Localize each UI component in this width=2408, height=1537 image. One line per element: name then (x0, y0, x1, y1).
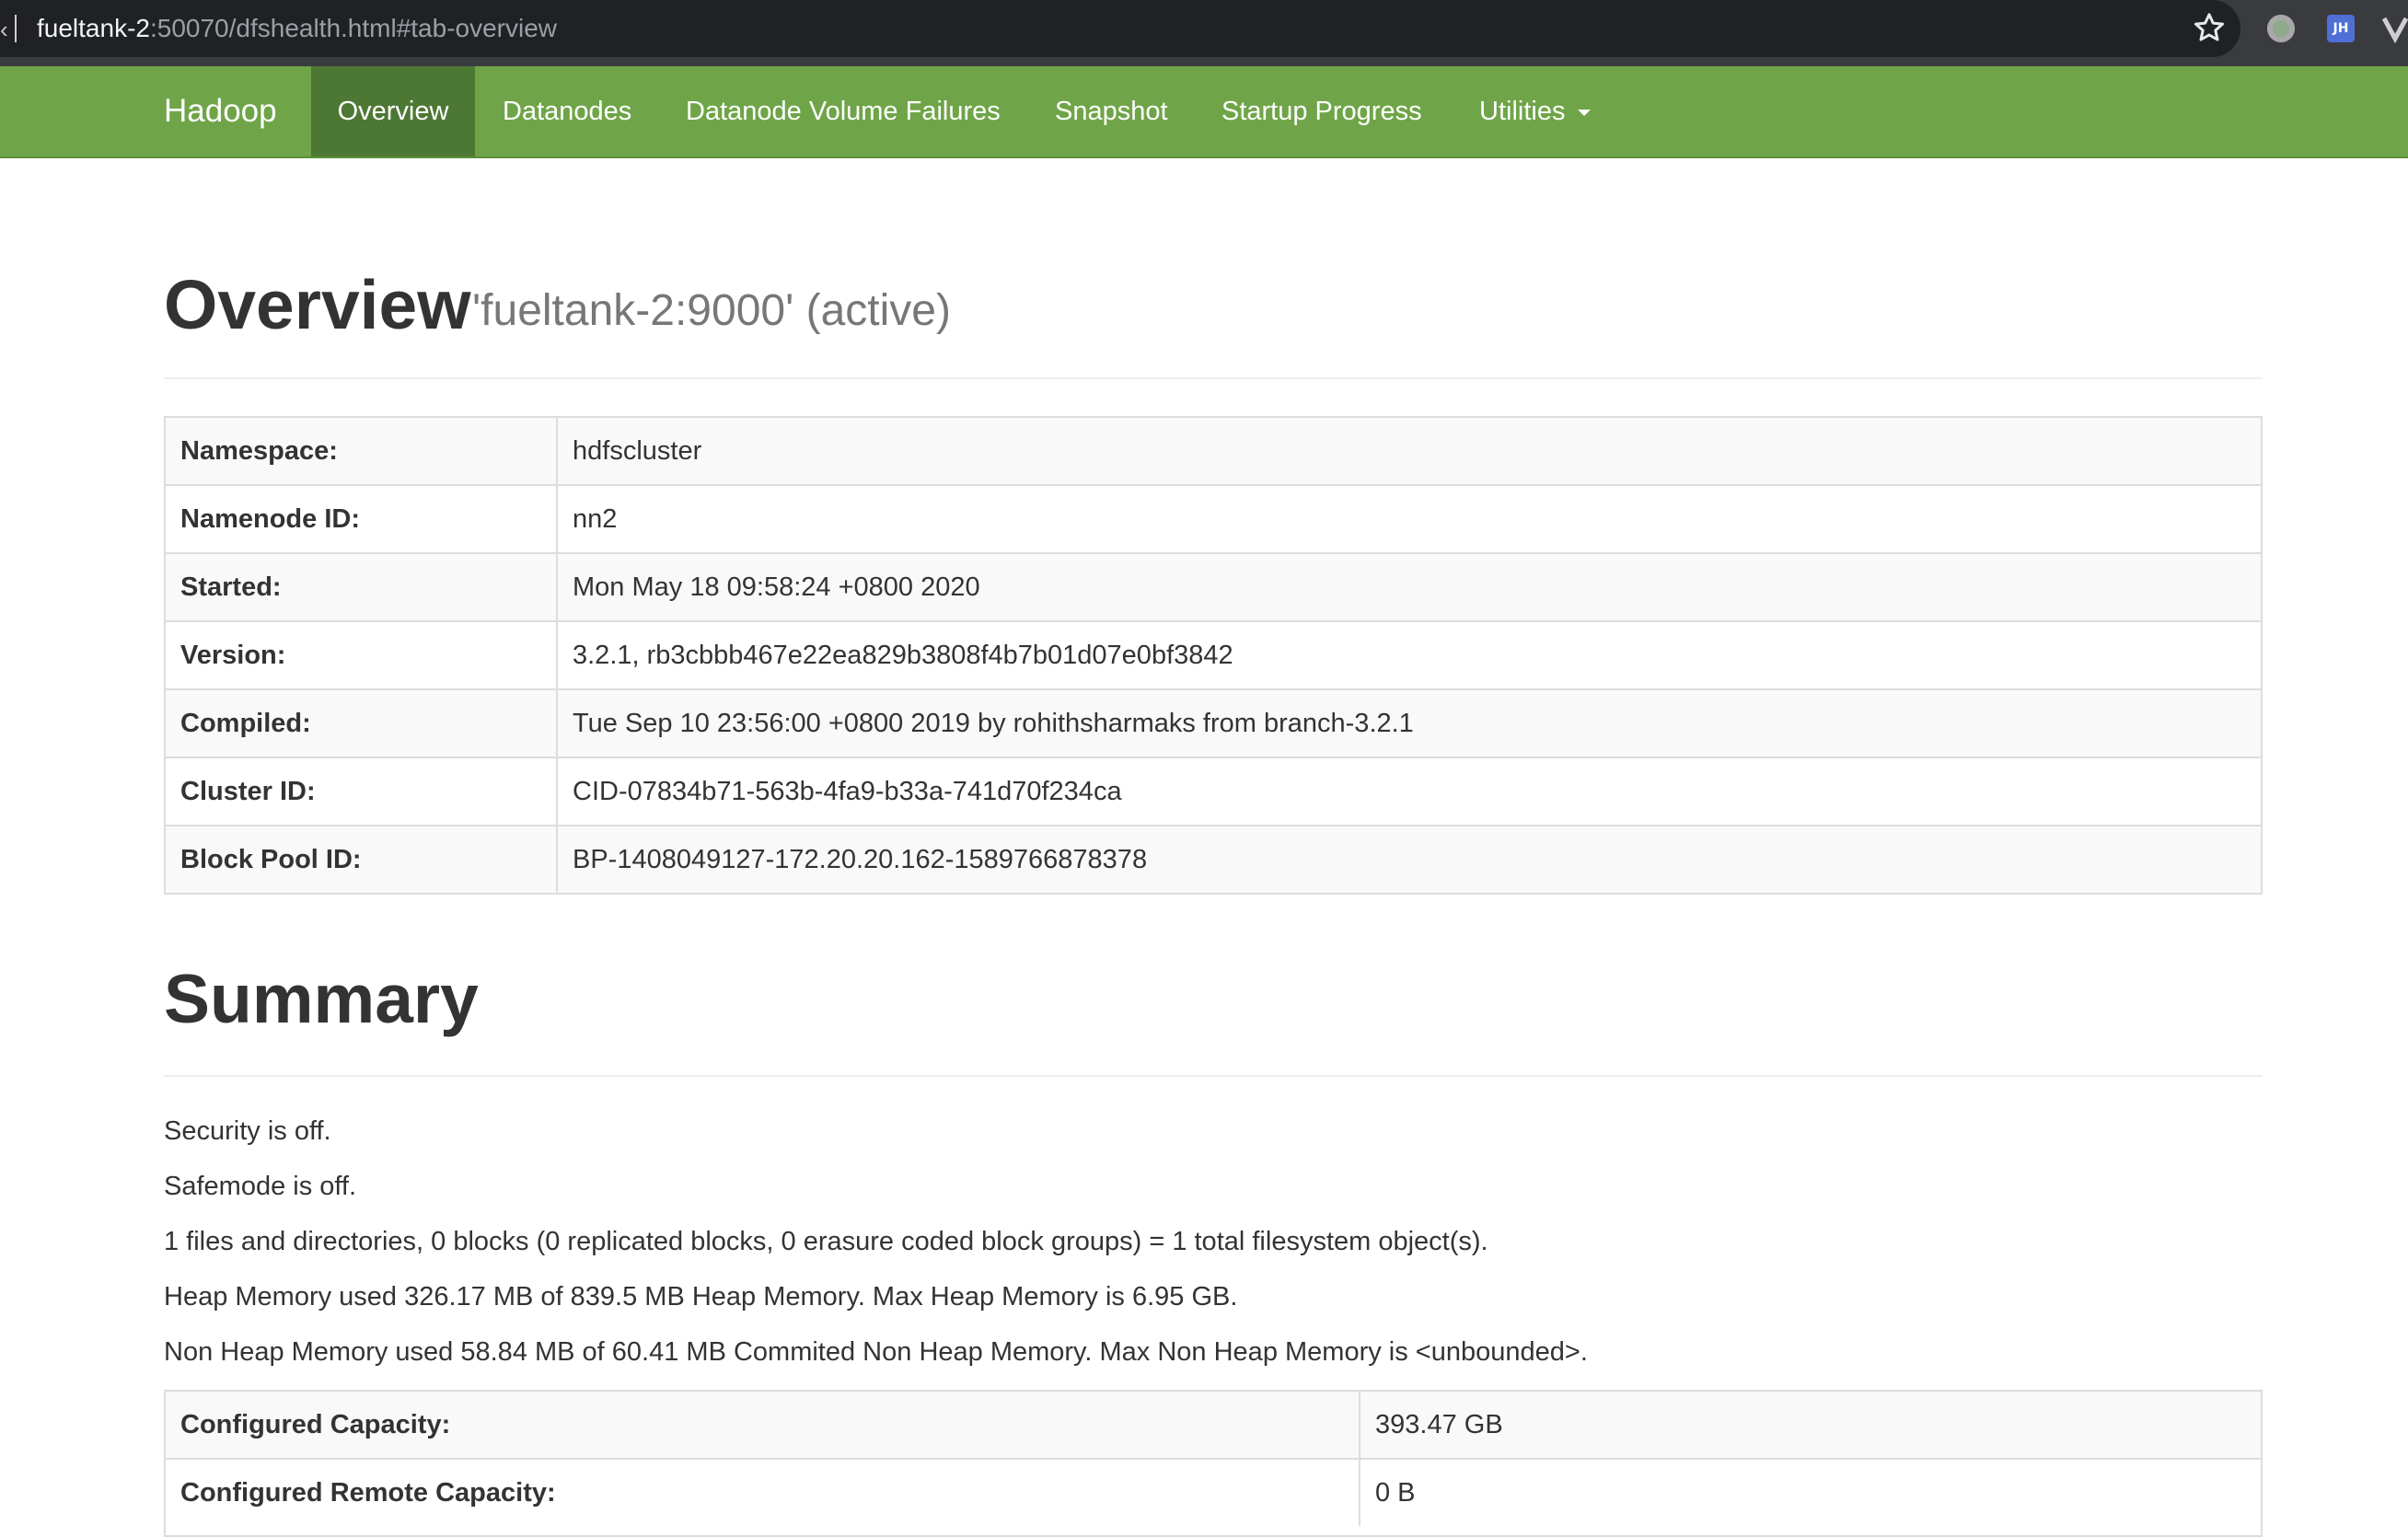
summary-capacity-table: Configured Capacity: 393.47 GB Configure… (164, 1390, 2263, 1537)
table-row: Cluster ID: CID-07834b71-563b-4fa9-b33a-… (166, 757, 2261, 825)
url-path: :50070/dfshealth.html#tab-overview (149, 14, 558, 42)
row-value: hdfscluster (573, 436, 702, 466)
nav-tab-datanode-volume-failures[interactable]: Datanode Volume Failures (686, 66, 1001, 156)
row-key: Compiled: (166, 690, 558, 757)
row-key: Started: (166, 554, 558, 620)
row-value: nn2 (573, 504, 618, 534)
row-value: 393.47 GB (1375, 1410, 1503, 1439)
row-key: Configured Capacity: (166, 1392, 1360, 1458)
address-bar[interactable]: ‹ fueltank-2:50070/dfshealth.html#tab-ov… (0, 0, 2240, 57)
safemode-status-text: Safemode is off. (164, 1172, 357, 1201)
page-title: Overview (164, 266, 471, 343)
row-key: Namenode ID: (166, 486, 558, 552)
overview-header: Overview 'fueltank-2:9000' (active) (164, 263, 2263, 379)
row-value: Mon May 18 09:58:24 +0800 2020 (573, 572, 980, 602)
row-value: 0 B (1375, 1478, 1416, 1508)
nav-utilities-label: Utilities (1479, 97, 1566, 126)
row-key: Block Pool ID: (166, 826, 558, 893)
non-heap-memory-text: Non Heap Memory used 58.84 MB of 60.41 M… (164, 1337, 1588, 1367)
row-value: CID-07834b71-563b-4fa9-b33a-741d70f234ca (573, 777, 1122, 806)
row-key: Namespace: (166, 418, 558, 484)
table-row: Configured Capacity: 393.47 GB (166, 1392, 2261, 1458)
address-bar-divider (15, 15, 17, 42)
nav-tab-datanodes[interactable]: Datanodes (503, 66, 631, 156)
heap-memory-text: Heap Memory used 326.17 MB of 839.5 MB H… (164, 1282, 1238, 1312)
row-value: Tue Sep 10 23:56:00 +0800 2019 by rohith… (573, 709, 1414, 738)
site-info-icon[interactable]: ‹ (0, 17, 8, 42)
row-key: Cluster ID: (166, 758, 558, 825)
namenode-subtitle: 'fueltank-2:9000' (active) (472, 286, 951, 335)
nav-tab-snapshot[interactable]: Snapshot (1055, 66, 1168, 156)
overview-info-table: Namespace: hdfscluster Namenode ID: nn2 … (164, 416, 2263, 895)
table-row: Namenode ID: nn2 (166, 484, 2261, 552)
security-status-text: Security is off. (164, 1116, 331, 1146)
url-host: fueltank-2 (37, 14, 150, 42)
extension-v-icon[interactable] (2382, 13, 2408, 44)
table-row: Started: Mon May 18 09:58:24 +0800 2020 (166, 552, 2261, 620)
table-row: Version: 3.2.1, rb3cbbb467e22ea829b3808f… (166, 620, 2261, 688)
table-row: Configured Remote Capacity: 0 B (166, 1458, 2261, 1526)
extension-jh-icon[interactable]: JH (2327, 15, 2355, 42)
nav-tab-startup-progress[interactable]: Startup Progress (1221, 66, 1422, 156)
caret-down-icon (1578, 109, 1592, 116)
hadoop-brand-link[interactable]: Hadoop (164, 66, 277, 156)
bookmark-star-icon[interactable] (2191, 9, 2228, 46)
browser-toolbar: ‹ fueltank-2:50070/dfshealth.html#tab-ov… (0, 0, 2408, 66)
filesystem-objects-text: 1 files and directories, 0 blocks (0 rep… (164, 1227, 1488, 1256)
summary-header: Summary (164, 957, 2263, 1077)
table-row: Compiled: Tue Sep 10 23:56:00 +0800 2019… (166, 688, 2261, 757)
row-value: 3.2.1, rb3cbbb467e22ea829b3808f4b7b01d07… (573, 641, 1233, 670)
row-value: BP-1408049127-172.20.20.162-158976687837… (573, 845, 1148, 874)
row-key: Configured Remote Capacity: (166, 1460, 1360, 1526)
nav-tab-overview[interactable]: Overview (311, 66, 475, 156)
url-text[interactable]: fueltank-2:50070/dfshealth.html#tab-over… (37, 12, 557, 45)
table-row: Block Pool ID: BP-1408049127-172.20.20.1… (166, 825, 2261, 893)
nav-utilities-dropdown[interactable]: Utilities (1479, 66, 1592, 156)
top-navbar: Hadoop Overview Datanodes Datanode Volum… (0, 66, 2408, 158)
extension-green-icon[interactable] (2267, 15, 2295, 42)
summary-title: Summary (164, 960, 479, 1037)
row-key: Version: (166, 622, 558, 688)
table-row: Namespace: hdfscluster (166, 418, 2261, 484)
